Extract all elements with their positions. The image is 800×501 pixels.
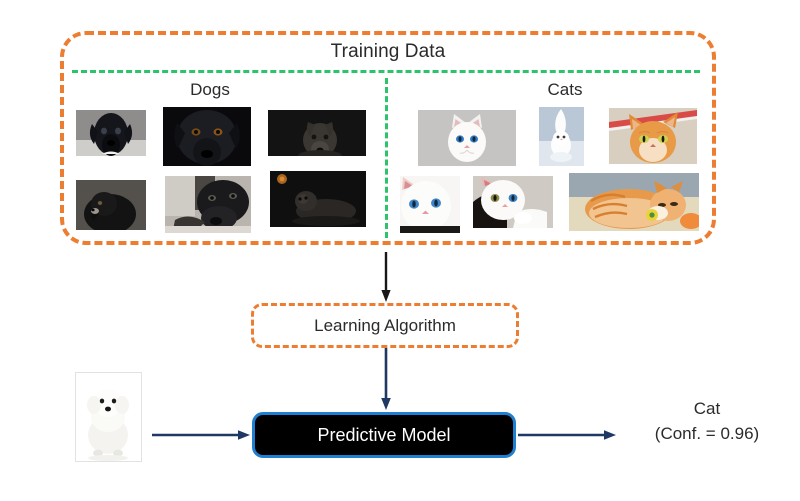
class-split-divider [385, 78, 388, 238]
training-sample-dog-5 [165, 176, 251, 233]
class-label-dogs: Dogs [190, 80, 230, 99]
training-sample-dog-6 [270, 171, 366, 227]
training-sample-cat-3 [609, 108, 697, 164]
diagram-canvas: Training Data Dogs Cats Learning Algorit… [0, 0, 800, 501]
training-data-title: Training Data [330, 41, 446, 62]
training-sample-cat-1 [418, 110, 516, 166]
query-image [75, 372, 142, 462]
training-sample-cat-5 [473, 176, 553, 228]
training-sample-dog-3 [268, 110, 366, 156]
arrow-model-to-prediction [518, 430, 616, 440]
prediction-output: Cat (Conf. = 0.96) [622, 396, 792, 446]
training-sample-dog-2 [163, 107, 251, 166]
arrow-query-to-model [152, 430, 250, 440]
arrow-algorithm-to-model [381, 348, 391, 410]
arrow-training-to-algorithm [381, 252, 391, 302]
prediction-class-label: Cat [693, 399, 721, 418]
training-sample-cat-6 [569, 173, 699, 231]
training-sample-cat-4 [400, 176, 460, 233]
predictive-model-label: Predictive Model [317, 424, 451, 445]
training-header-divider [72, 70, 700, 73]
training-sample-cat-2 [539, 107, 584, 166]
training-sample-dog-4 [76, 180, 146, 230]
training-sample-dog-1 [76, 110, 146, 156]
learning-algorithm-label: Learning Algorithm [314, 315, 456, 335]
predictive-model-box: Predictive Model [252, 412, 516, 458]
class-label-cats: Cats [547, 80, 583, 99]
prediction-confidence-label: (Conf. = 0.96) [654, 424, 760, 443]
learning-algorithm-box: Learning Algorithm [251, 303, 519, 348]
